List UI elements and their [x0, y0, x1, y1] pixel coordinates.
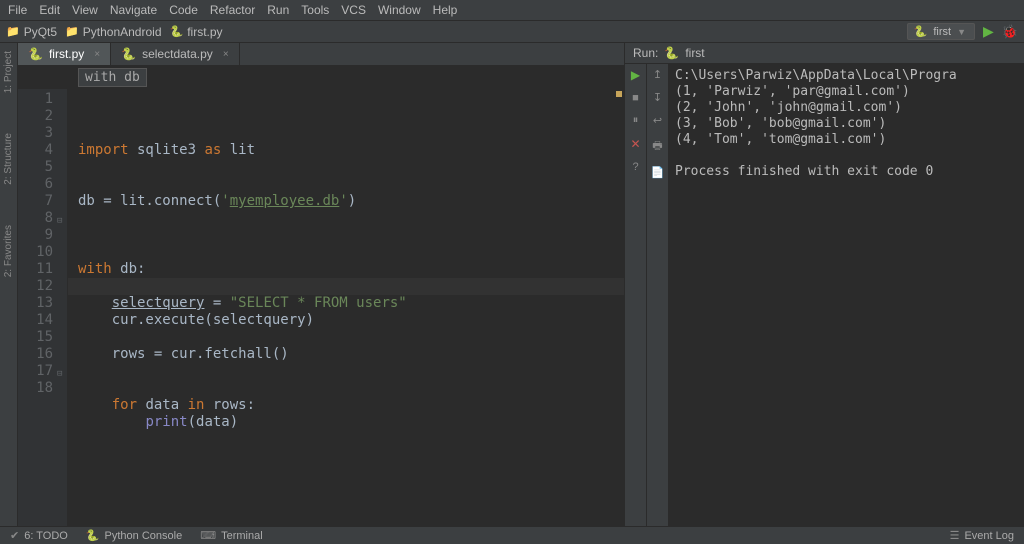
code-line[interactable]: print(data) [78, 414, 624, 431]
stop-button[interactable]: ■ [632, 92, 639, 104]
scope-bar: with db [18, 66, 624, 89]
menubar: File Edit View Navigate Code Refactor Run Tools… [0, 0, 1024, 21]
run-header-title: first [685, 46, 704, 60]
menu-refactor[interactable]: Refactor [210, 3, 255, 17]
run-header: Run: 🐍 first [625, 43, 1024, 64]
todo-icon: ✔ [10, 529, 19, 542]
menu-tools[interactable]: Tools [301, 3, 329, 17]
python-console-icon: 🐍 [86, 529, 100, 542]
close-run-button[interactable]: ✕ [630, 137, 640, 151]
menu-view[interactable]: View [72, 3, 98, 17]
code-line[interactable]: for data in rows: [78, 397, 624, 414]
event-log-icon: ☰ [950, 529, 960, 542]
scroll-to-top-button[interactable]: ↥ [653, 68, 662, 81]
scope-chip: with db [78, 68, 147, 87]
tool-window-button[interactable]: 2: Favorites [3, 225, 14, 277]
menu-code[interactable]: Code [169, 3, 198, 17]
code-text[interactable]: import sqlite3 as lit db = lit.connect('m… [68, 89, 624, 526]
breadcrumb-item[interactable]: 🐍first.py [170, 25, 223, 39]
menu-edit[interactable]: Edit [39, 3, 60, 17]
fold-toggle-icon[interactable]: ⊟ [57, 213, 62, 230]
editor-tab[interactable]: 🐍first.py× [18, 43, 111, 65]
editor-pane: 🐍first.py×🐍selectdata.py× with db 123456… [18, 43, 624, 526]
menu-file[interactable]: File [8, 3, 27, 17]
tool-window-button[interactable]: 1: Project [3, 51, 14, 93]
run-tool-window: Run: 🐍 first ▶ ■ ⏸ ✕ ? ↥ ↧ ↩ 🖶 📄 C:\User… [624, 43, 1024, 526]
code-line[interactable]: with db: [78, 261, 624, 278]
editor-tabs: 🐍first.py×🐍selectdata.py× [18, 43, 624, 66]
soft-wrap-button[interactable]: ↩ [653, 114, 662, 127]
status-python-console[interactable]: 🐍 Python Console [86, 529, 182, 542]
run-header-prefix: Run: [633, 46, 658, 60]
right-margin-marker [616, 91, 622, 97]
breadcrumb-item[interactable]: 📁PythonAndroid [65, 25, 161, 39]
tool-window-button[interactable]: 2: Structure [3, 133, 14, 185]
menu-run[interactable]: Run [267, 3, 289, 17]
breadcrumbs: 📁PyQt5 📁PythonAndroid 🐍first.py [6, 25, 223, 39]
close-tab-icon[interactable]: × [223, 49, 229, 60]
navbar: 📁PyQt5📁PythonAndroid🐍first.py 🐍 first ▼ … [0, 21, 1024, 43]
code-line[interactable]: rows = cur.fetchall() [78, 346, 624, 363]
menu-vcs[interactable]: VCS [341, 3, 366, 17]
folder-icon: 📁 [6, 25, 20, 38]
editor-tab[interactable]: 🐍selectdata.py× [111, 43, 240, 65]
left-tool-strip: 1: Project 2: Structure 2: Favorites [0, 43, 18, 526]
rerun-button[interactable]: ▶ [631, 68, 640, 82]
code-line[interactable] [78, 363, 624, 380]
folder-icon: 📁 [65, 25, 79, 38]
clear-button[interactable]: 📄 [651, 166, 665, 179]
menu-help[interactable]: Help [433, 3, 458, 17]
breadcrumb-item[interactable]: 📁PyQt5 [6, 25, 57, 39]
status-event-log[interactable]: ☰ Event Log [950, 529, 1014, 542]
help-button[interactable]: ? [632, 161, 638, 173]
pause-button[interactable]: ⏸ [633, 114, 639, 127]
python-icon: 🐍 [914, 25, 928, 38]
python-icon: 🐍 [28, 47, 43, 61]
debug-button[interactable]: 🐞 [1002, 24, 1018, 40]
terminal-icon: ⌨ [200, 529, 216, 542]
code-line[interactable] [78, 227, 624, 244]
code-line[interactable] [78, 210, 624, 227]
dropdown-arrow-icon: ▼ [957, 27, 966, 37]
code-area[interactable]: 123456789101112131415161718 import sqlit… [18, 89, 624, 526]
code-line[interactable] [78, 329, 624, 346]
print-button[interactable]: 🖶 [652, 137, 662, 156]
code-line[interactable]: cur.execute(selectquery) [78, 312, 624, 329]
python-icon: 🐍 [664, 46, 679, 60]
code-line[interactable] [78, 159, 624, 176]
python-icon: 🐍 [121, 47, 136, 61]
statusbar: ✔ 6: TODO 🐍 Python Console ⌨ Terminal ☰ … [0, 526, 1024, 544]
menu-navigate[interactable]: Navigate [110, 3, 157, 17]
code-line[interactable]: import sqlite3 as lit [78, 142, 624, 159]
close-tab-icon[interactable]: × [94, 49, 100, 60]
status-terminal[interactable]: ⌨ Terminal [200, 529, 262, 542]
run-side-toolbar-2: ↥ ↧ ↩ 🖶 📄 [647, 64, 669, 526]
code-line[interactable] [78, 431, 624, 448]
python-icon: 🐍 [170, 25, 184, 38]
main-area: 1: Project2: Structure2: Favorites 🐍firs… [0, 43, 1024, 526]
status-todo[interactable]: ✔ 6: TODO [10, 529, 68, 542]
code-line[interactable]: selectquery = "SELECT * FROM users" [78, 295, 624, 312]
line-number-gutter: 123456789101112131415161718 [18, 89, 68, 526]
menu-window[interactable]: Window [378, 3, 421, 17]
run-config-label: first [933, 26, 951, 38]
code-line[interactable] [78, 380, 624, 397]
run-button[interactable]: ▶ [983, 23, 994, 40]
code-line[interactable] [78, 176, 624, 193]
run-configuration-selector[interactable]: 🐍 first ▼ [907, 23, 975, 40]
run-side-toolbar: ▶ ■ ⏸ ✕ ? [625, 64, 647, 526]
console-output[interactable]: C:\Users\Parwiz\AppData\Local\Progra (1,… [669, 64, 1024, 526]
code-line[interactable]: db = lit.connect('myemployee.db') [78, 193, 624, 210]
code-line[interactable] [78, 244, 624, 261]
scroll-to-end-button[interactable]: ↧ [653, 91, 662, 104]
fold-toggle-icon[interactable]: ⊟ [57, 366, 62, 383]
